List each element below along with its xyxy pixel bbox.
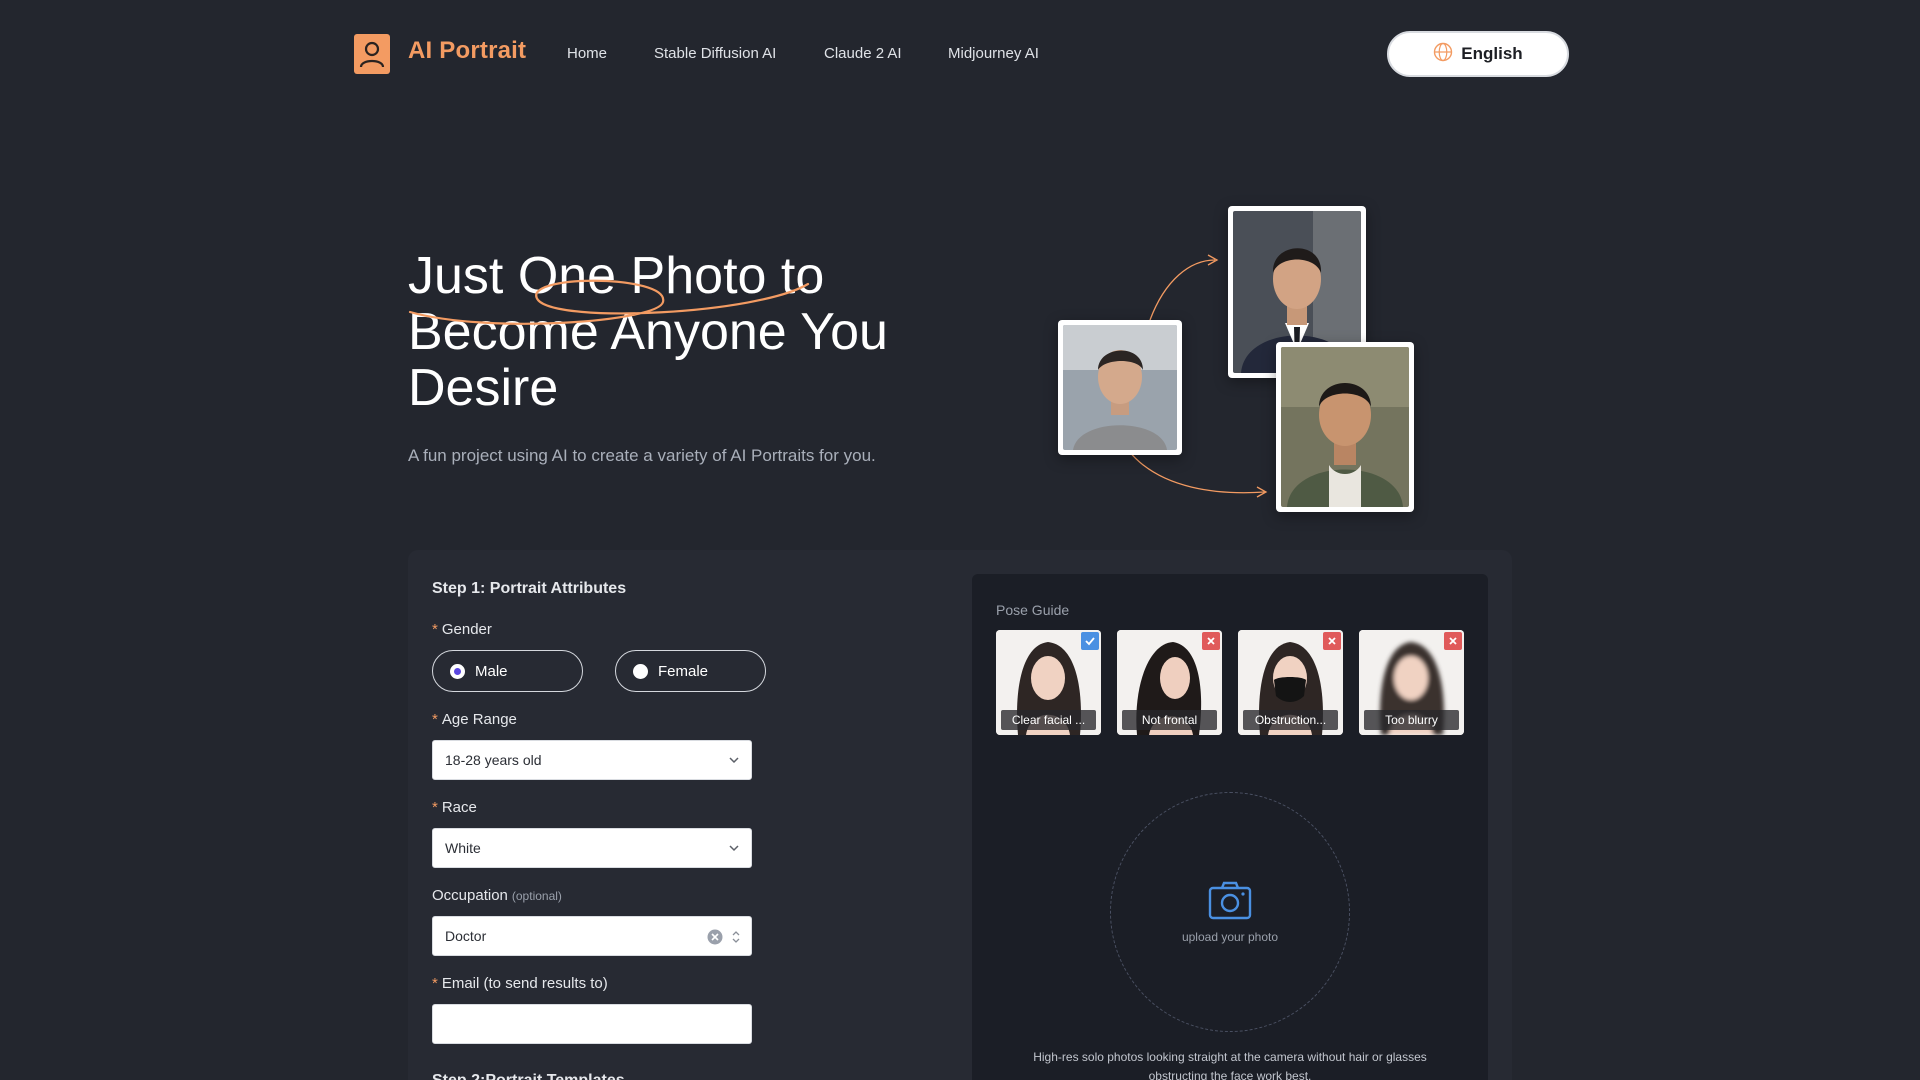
pose-example-clear: Clear facial ... <box>996 630 1101 735</box>
radio-checked-icon[interactable] <box>450 663 465 679</box>
hero-title-line-1: Just One Photo to <box>408 247 825 305</box>
required-marker: * <box>432 799 438 816</box>
pose-example-not-frontal: Not frontal <box>1117 630 1222 735</box>
age-range-select[interactable]: 18-28 years old <box>432 740 752 780</box>
occupation-value: Doctor <box>445 928 487 944</box>
race-select[interactable]: White <box>432 828 752 868</box>
camera-icon <box>1208 881 1252 920</box>
brand-name[interactable]: AI Portrait <box>408 37 526 65</box>
hero-subtitle: A fun project using AI to create a varie… <box>408 446 876 465</box>
nav-home[interactable]: Home <box>567 45 607 62</box>
sort-arrows-icon <box>732 931 740 943</box>
upload-photo-dropzone[interactable]: upload your photo <box>1110 792 1350 1032</box>
upload-label: upload your photo <box>1181 930 1279 944</box>
pose-caption: Not frontal <box>1122 710 1217 730</box>
top-header: AI Portrait Home Stable Diffusion AI Cla… <box>0 0 1920 108</box>
clear-icon[interactable] <box>707 929 723 945</box>
pose-caption: Obstruction... <box>1243 710 1338 730</box>
email-field[interactable] <box>432 1004 752 1044</box>
language-label: English <box>1461 44 1523 63</box>
required-marker: * <box>432 975 438 992</box>
nav-stable-diffusion[interactable]: Stable Diffusion AI <box>654 45 776 62</box>
required-marker: * <box>432 621 438 638</box>
age-range-value: 18-28 years old <box>445 752 542 768</box>
source-photo <box>1058 320 1182 455</box>
gender-option-male[interactable]: Male <box>432 650 583 692</box>
gender-option-label: Male <box>475 662 508 680</box>
chevron-down-icon <box>729 845 739 852</box>
hero-title-line-2: Become Anyone You <box>408 303 888 361</box>
email-label: * Email (to send results to) <box>432 975 608 992</box>
occupation-label: Occupation (optional) <box>432 887 562 904</box>
race-value: White <box>445 840 481 856</box>
close-icon <box>1444 632 1462 650</box>
gender-label: * Gender <box>432 621 492 638</box>
pose-example-obstruction: Obstruction... <box>1238 630 1343 735</box>
nav-claude-2[interactable]: Claude 2 AI <box>824 45 902 62</box>
step1-title: Step 1: Portrait Attributes <box>432 580 627 597</box>
gender-option-label: Female <box>658 662 709 680</box>
radio-unchecked-icon[interactable] <box>633 663 648 679</box>
pose-caption: Too blurry <box>1364 710 1459 730</box>
hero-title: Just One Photo to Become Anyone You Desi… <box>408 248 968 416</box>
pose-guide-label: Pose Guide <box>996 602 1070 618</box>
age-range-label: * Age Range <box>432 711 517 728</box>
hero-title-line-3: Desire <box>408 359 559 417</box>
required-marker: * <box>432 711 438 728</box>
gender-option-female[interactable]: Female <box>615 650 766 692</box>
logo-icon[interactable] <box>354 34 390 74</box>
check-icon <box>1081 632 1099 650</box>
close-icon <box>1323 632 1341 650</box>
language-button[interactable]: English <box>1387 31 1569 77</box>
step2-title: Step 2:Portrait Templates <box>432 1072 625 1080</box>
chevron-down-icon <box>729 757 739 764</box>
photo-tip: High-res solo photos looking straight at… <box>1033 1050 1427 1080</box>
result-photo-casual <box>1276 342 1414 512</box>
occupation-select[interactable]: Doctor <box>432 916 752 956</box>
pose-caption: Clear facial ... <box>1001 710 1096 730</box>
globe-icon <box>1433 42 1453 67</box>
close-icon <box>1202 632 1220 650</box>
pose-example-blurry: Too blurry <box>1359 630 1464 735</box>
optional-hint: (optional) <box>511 889 562 903</box>
hero-illustration <box>1050 200 1430 520</box>
nav-midjourney[interactable]: Midjourney AI <box>948 45 1039 62</box>
race-label: * Race <box>432 799 477 816</box>
